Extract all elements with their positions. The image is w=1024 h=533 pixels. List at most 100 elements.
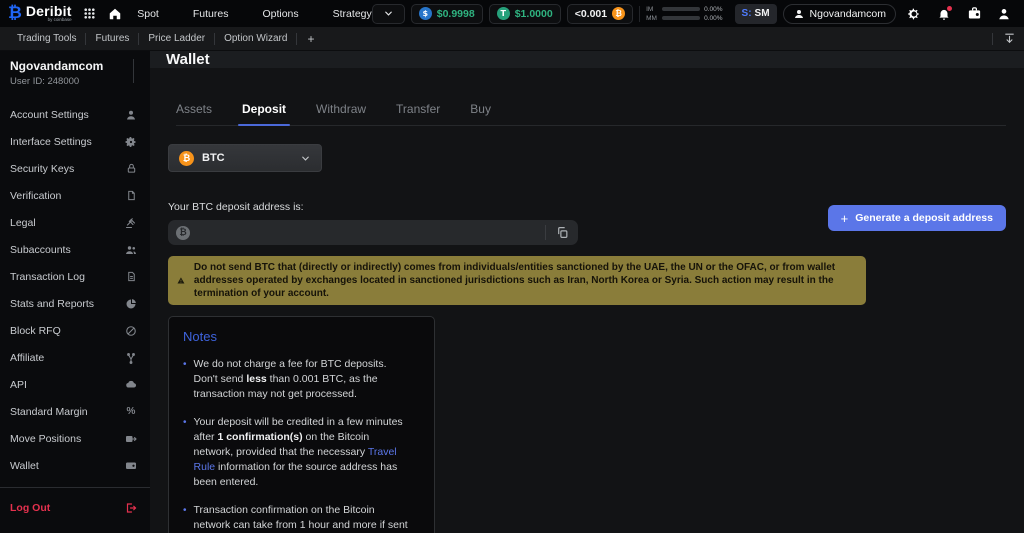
mm-progress-bar: [662, 16, 701, 20]
tab-assets[interactable]: Assets: [176, 102, 212, 125]
notes-panel: Notes • We do not charge a fee for BTC d…: [168, 316, 435, 533]
im-progress-bar: [662, 7, 701, 11]
tab-deposit[interactable]: Deposit: [238, 102, 291, 126]
ticker-collapse-button[interactable]: [371, 3, 405, 24]
margin-meters: IM 0.00% MM 0.00%: [639, 5, 728, 22]
currency-selected-value: BTC: [202, 152, 225, 164]
sidebar-item-affiliate[interactable]: Affiliate: [0, 344, 150, 371]
lock-icon: [125, 163, 137, 175]
page-title: Wallet: [166, 51, 210, 68]
users-icon: [125, 244, 137, 256]
nav-futures[interactable]: Futures: [193, 8, 229, 20]
sidebar-item-wallet[interactable]: Wallet: [0, 452, 150, 479]
user-icon: [125, 109, 137, 121]
logout-icon: [125, 502, 137, 514]
notes-title: Notes: [183, 329, 217, 344]
warning-text: Do not send BTC that (directly or indire…: [193, 262, 836, 299]
note-item: • We do not charge a fee for BTC deposit…: [183, 358, 387, 400]
usdc-price-badge[interactable]: $ $0.9998: [410, 3, 483, 24]
usdt-price-badge[interactable]: T $1.0000: [488, 3, 561, 24]
note-item: • Transaction confirmation on the Bitcoi…: [183, 503, 420, 533]
settings-gear-icon[interactable]: [902, 3, 926, 25]
tab-option-wizard[interactable]: Option Wizard: [215, 33, 296, 44]
main-panel: Wallet Assets Deposit Withdraw Transfer …: [150, 51, 1024, 533]
tab-withdraw[interactable]: Withdraw: [316, 102, 366, 125]
apps-grid-icon[interactable]: [82, 3, 98, 25]
input-divider: [545, 225, 546, 240]
wallet-tabs: Assets Deposit Withdraw Transfer Buy: [176, 102, 1006, 126]
currency-select[interactable]: ₿ BTC: [168, 144, 322, 172]
toolbar-divider: [992, 32, 993, 45]
deposit-address-input[interactable]: [190, 226, 545, 239]
wallet-icon: [125, 460, 137, 472]
tab-futures[interactable]: Futures: [86, 33, 138, 44]
tab-trading-tools[interactable]: Trading Tools: [8, 33, 85, 44]
sidebar-item-transaction-log[interactable]: Transaction Log: [0, 263, 150, 290]
cloud-icon: [125, 379, 137, 391]
brand-name: Deribit: [25, 3, 72, 19]
sidebar-item-block-rfq[interactable]: Block RFQ: [0, 317, 150, 344]
bullet-icon: •: [183, 417, 187, 428]
sidebar-item-api[interactable]: API: [0, 371, 150, 398]
deposit-address-field[interactable]: ₿: [168, 220, 578, 245]
sidebar-user-id: User ID: 248000: [10, 76, 80, 87]
account-menu-button[interactable]: Ngovandamcom: [782, 3, 896, 24]
sidebar-item-security-keys[interactable]: Security Keys: [0, 155, 150, 182]
generate-deposit-address-button[interactable]: + Generate a deposit address: [827, 205, 1006, 231]
gear-icon: [125, 136, 137, 148]
warning-icon: [177, 277, 185, 284]
settings-sidebar: Ngovandamcom User ID: 248000 Account Set…: [0, 51, 150, 533]
percent-icon: %: [126, 406, 136, 417]
sidebar-item-interface-settings[interactable]: Interface Settings: [0, 128, 150, 155]
tab-price-ladder[interactable]: Price Ladder: [139, 33, 214, 44]
btc-balance: <0.001: [574, 7, 608, 20]
top-header: ₿ Deribit by coinbase Spot Futures Optio…: [0, 0, 1024, 27]
usdt-coin-icon: T: [496, 7, 510, 20]
profile-icon[interactable]: [992, 3, 1016, 25]
globe-icon: [125, 325, 137, 337]
main-nav: Spot Futures Options Strategy: [137, 8, 372, 20]
bullet-icon: •: [183, 359, 187, 370]
nav-strategy[interactable]: Strategy: [333, 8, 372, 20]
sidebar-item-standard-margin[interactable]: Standard Margin %: [0, 398, 150, 425]
sidebar-collapse-handle[interactable]: [133, 59, 134, 83]
gavel-icon: [125, 217, 137, 229]
note-item: • Your deposit will be credited in a few…: [183, 416, 403, 488]
move-positions-icon: [125, 433, 137, 445]
plus-icon: +: [840, 210, 849, 226]
btc-coin-icon: ₿: [612, 7, 626, 20]
sidebar-divider: [0, 487, 150, 488]
home-icon[interactable]: [107, 3, 123, 25]
nav-options[interactable]: Options: [262, 8, 298, 20]
pie-chart-icon: [125, 298, 137, 310]
deribit-logo[interactable]: ₿ Deribit by coinbase: [8, 3, 72, 22]
sidebar-item-legal[interactable]: Legal: [0, 209, 150, 236]
im-label: IM: [646, 5, 654, 13]
sidebar-item-verification[interactable]: Verification: [0, 182, 150, 209]
sidebar-item-account-settings[interactable]: Account Settings: [0, 101, 150, 128]
sidebar-item-log-out[interactable]: Log Out: [0, 494, 150, 521]
wallet-briefcase-icon[interactable]: [962, 3, 986, 25]
btc-balance-badge[interactable]: <0.001 ₿: [566, 3, 634, 24]
tab-buy[interactable]: Buy: [470, 102, 491, 125]
brand-subtitle: by coinbase: [47, 17, 72, 22]
usdt-price: $1.0000: [514, 7, 553, 20]
notifications-bell-icon[interactable]: [932, 3, 956, 25]
sidebar-item-subaccounts[interactable]: Subaccounts: [0, 236, 150, 263]
nav-spot[interactable]: Spot: [137, 8, 159, 20]
user-icon: [794, 9, 803, 18]
sidebar-item-move-positions[interactable]: Move Positions: [0, 425, 150, 452]
dock-panel-icon[interactable]: [1003, 32, 1016, 45]
usdc-coin-icon: $: [418, 7, 432, 20]
btc-coin-icon-gray: ₿: [176, 225, 190, 240]
page-title-bar: Wallet: [150, 51, 1024, 68]
sidebar-item-stats-and-reports[interactable]: Stats and Reports: [0, 290, 150, 317]
sidebar-username: Ngovandamcom: [10, 59, 104, 73]
network-branch-icon: [125, 352, 137, 364]
add-workspace-button[interactable]: +: [297, 32, 324, 46]
copy-icon[interactable]: [554, 225, 570, 241]
chevron-down-icon: [384, 11, 392, 16]
margin-mode-prefix: S:: [741, 8, 752, 19]
margin-mode-badge[interactable]: S: SM: [734, 3, 777, 24]
tab-transfer[interactable]: Transfer: [396, 102, 440, 125]
